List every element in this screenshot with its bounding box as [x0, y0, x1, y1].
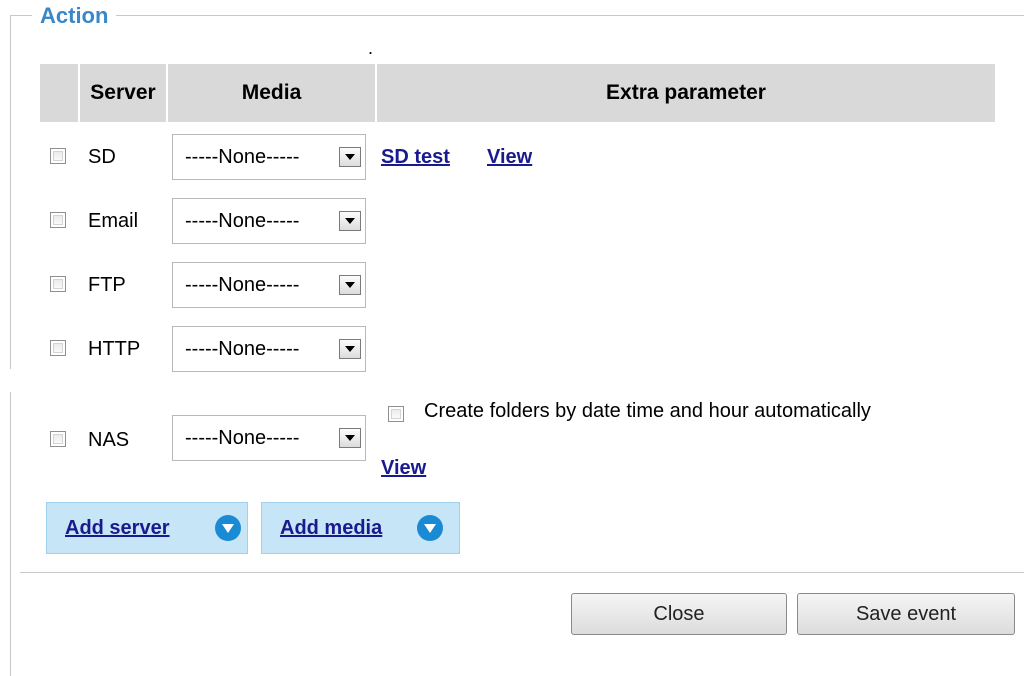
close-button[interactable]: Close	[571, 593, 787, 635]
select-value: -----None-----	[185, 338, 300, 360]
header-extra-parameter: Extra parameter	[606, 81, 766, 104]
chevron-down-circle-icon	[215, 515, 241, 541]
create-folders-checkbox[interactable]	[388, 406, 404, 422]
sd-view-link[interactable]: View	[487, 145, 532, 169]
fieldset-top-border	[10, 15, 1024, 16]
select-value: -----None-----	[185, 427, 300, 449]
http-media-select[interactable]: -----None-----	[172, 326, 366, 372]
chevron-down-icon[interactable]	[339, 275, 361, 295]
nas-media-select[interactable]: -----None-----	[172, 415, 366, 461]
section-legend: Action	[32, 2, 117, 30]
server-label-sd: SD	[88, 146, 116, 168]
chevron-down-icon[interactable]	[339, 211, 361, 231]
sd-checkbox[interactable]	[50, 148, 66, 164]
select-value: -----None-----	[185, 274, 300, 296]
header-checkbox-col	[40, 64, 78, 122]
select-value: -----None-----	[185, 210, 300, 232]
nas-view-link[interactable]: View	[381, 456, 426, 480]
add-server-link[interactable]: Add server	[65, 516, 170, 540]
chevron-down-icon[interactable]	[339, 147, 361, 167]
chevron-down-circle-icon	[417, 515, 443, 541]
chevron-down-icon[interactable]	[339, 428, 361, 448]
server-label-nas: NAS	[88, 429, 130, 451]
server-label-email: Email	[88, 210, 139, 232]
add-media-link[interactable]: Add media	[280, 516, 382, 540]
header-server: Server	[90, 81, 156, 104]
save-event-button[interactable]: Save event	[797, 593, 1015, 635]
server-label-http: HTTP	[88, 338, 141, 360]
footer-divider	[20, 572, 1024, 573]
sd-media-select[interactable]: -----None-----	[172, 134, 366, 180]
server-label-ftp: FTP	[88, 274, 126, 296]
email-media-select[interactable]: -----None-----	[172, 198, 366, 244]
chevron-down-icon[interactable]	[339, 339, 361, 359]
stray-dot: .	[368, 38, 374, 58]
header-media: Media	[241, 81, 302, 104]
ftp-checkbox[interactable]	[50, 276, 66, 292]
create-folders-label: Create folders by date time and hour aut…	[424, 400, 871, 422]
http-checkbox[interactable]	[50, 340, 66, 356]
email-checkbox[interactable]	[50, 212, 66, 228]
fieldset-left-border-lower	[10, 392, 11, 676]
sd-test-link[interactable]: SD test	[381, 145, 450, 169]
ftp-media-select[interactable]: -----None-----	[172, 262, 366, 308]
fieldset-left-border	[10, 15, 11, 369]
nas-checkbox[interactable]	[50, 431, 66, 447]
add-server-button[interactable]: Add server	[46, 502, 248, 554]
add-media-button[interactable]: Add media	[261, 502, 460, 554]
select-value: -----None-----	[185, 146, 300, 168]
